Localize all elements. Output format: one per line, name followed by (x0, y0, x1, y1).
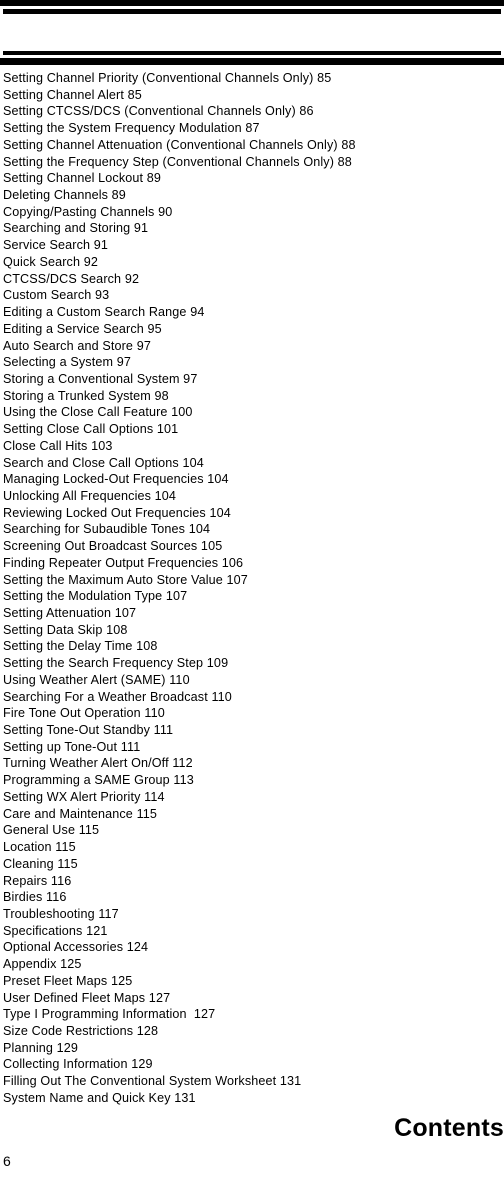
page-header-rules (0, 0, 504, 66)
toc-entry: Search and Close Call Options 104 (3, 455, 204, 470)
toc-entry: Setting Tone-Out Standby 111 (3, 723, 174, 738)
toc-entry: Cleaning 115 (3, 856, 78, 871)
toc-entry: Deleting Channels 89 (3, 188, 126, 203)
page-number: 6 (3, 1153, 11, 1169)
toc-entry: Setting Attenuation 107 (3, 606, 137, 620)
toc-entry: Location 115 (3, 840, 76, 855)
header-rule-bottom-thin (3, 51, 501, 55)
toc-entry: Birdies 116 (3, 890, 67, 905)
toc-entry: Size Code Restrictions 128 (3, 1023, 159, 1038)
toc-entry: Setting the Maximum Auto Store Value 107 (3, 572, 248, 587)
toc-entry: CTCSS/DCS Search 92 (3, 271, 140, 286)
toc-entry: Copying/Pasting Channels 90 (3, 204, 173, 219)
toc-entry: Searching For a Weather Broadcast 110 (3, 689, 232, 704)
toc-entry: Setting Channel Alert 85 (3, 87, 142, 102)
toc-entry: Setting the Frequency Step (Conventional… (3, 154, 352, 169)
toc-entry: Collecting Information 129 (3, 1057, 153, 1072)
toc-entry: Setting Channel Attenuation (Conventiona… (3, 137, 356, 152)
toc-entry: Finding Repeater Output Frequencies 106 (3, 555, 244, 570)
toc-entry: Custom Search 93 (3, 288, 110, 303)
toc-entry: Setting the Search Frequency Step 109 (3, 656, 229, 671)
toc-entry: Reviewing Locked Out Frequencies 104 (3, 505, 231, 520)
toc-entry: Setting CTCSS/DCS (Conventional Channels… (3, 104, 314, 119)
toc-entry: Auto Search and Store 97 (3, 338, 151, 353)
toc-entry: Care and Maintenance 115 (3, 806, 158, 821)
header-rule-top-thick (0, 0, 504, 6)
toc-entry: Storing a Conventional System 97 (3, 371, 198, 386)
toc-entry: Setting Data Skip 108 (3, 622, 128, 637)
toc-entry: Setting up Tone-Out 111 (3, 739, 141, 754)
toc-entry: Type I Programming Information 127 (3, 1007, 216, 1022)
section-label: Contents (394, 1114, 504, 1142)
toc-entry: Editing a Custom Search Range 94 (3, 305, 205, 320)
toc-entry: Setting the System Frequency Modulation … (3, 121, 260, 136)
toc-entry: Setting the Modulation Type 107 (3, 589, 188, 604)
toc-entry: Filling Out The Conventional System Work… (3, 1074, 302, 1089)
toc-entry: Unlocking All Frequencies 104 (3, 488, 177, 503)
toc-entry: Setting the Delay Time 108 (3, 639, 158, 654)
toc-entry: Using Weather Alert (SAME) 110 (3, 672, 190, 687)
toc-entry: General Use 115 (3, 823, 100, 838)
toc-entry: Managing Locked-Out Frequencies 104 (3, 472, 229, 487)
toc-entry: Searching and Storing 91 (3, 221, 149, 236)
header-rule-bottom-thick (0, 58, 504, 65)
toc-entry: Setting Channel Priority (Conventional C… (3, 71, 332, 85)
toc-entry: Optional Accessories 124 (3, 940, 149, 955)
toc-entry: Screening Out Broadcast Sources 105 (3, 539, 223, 554)
toc-entry: System Name and Quick Key 131 (3, 1090, 196, 1105)
toc-entry: Preset Fleet Maps 125 (3, 973, 133, 988)
toc-entry: Turning Weather Alert On/Off 112 (3, 756, 193, 771)
toc-entry: Planning 129 (3, 1040, 79, 1055)
toc-entry: Editing a Service Search 95 (3, 321, 162, 336)
toc-entry: Troubleshooting 117 (3, 906, 119, 921)
toc-entry: Fire Tone Out Operation 110 (3, 706, 165, 721)
toc-entry: Close Call Hits 103 (3, 438, 113, 453)
toc-entry: Programming a SAME Group 113 (3, 773, 194, 788)
toc-entry: Storing a Trunked System 98 (3, 388, 169, 403)
toc-entry: Selecting a System 97 (3, 355, 131, 370)
toc-entry: Searching for Subaudible Tones 104 (3, 522, 211, 537)
toc-entry: Appendix 125 (3, 957, 82, 972)
toc-entry: User Defined Fleet Maps 127 (3, 990, 171, 1005)
toc-entry: Service Search 91 (3, 238, 109, 253)
toc-entry: Quick Search 92 (3, 254, 98, 269)
table-of-contents-list: Setting Channel Priority (Conventional C… (3, 70, 501, 1107)
toc-entry: Setting Channel Lockout 89 (3, 171, 162, 186)
header-rule-top-thin (3, 9, 501, 14)
toc-entry: Repairs 116 (3, 873, 72, 888)
toc-entry: Specifications 121 (3, 923, 108, 938)
toc-entry: Setting Close Call Options 101 (3, 422, 179, 437)
toc-entry: Using the Close Call Feature 100 (3, 405, 193, 420)
toc-entry: Setting WX Alert Priority 114 (3, 789, 165, 804)
